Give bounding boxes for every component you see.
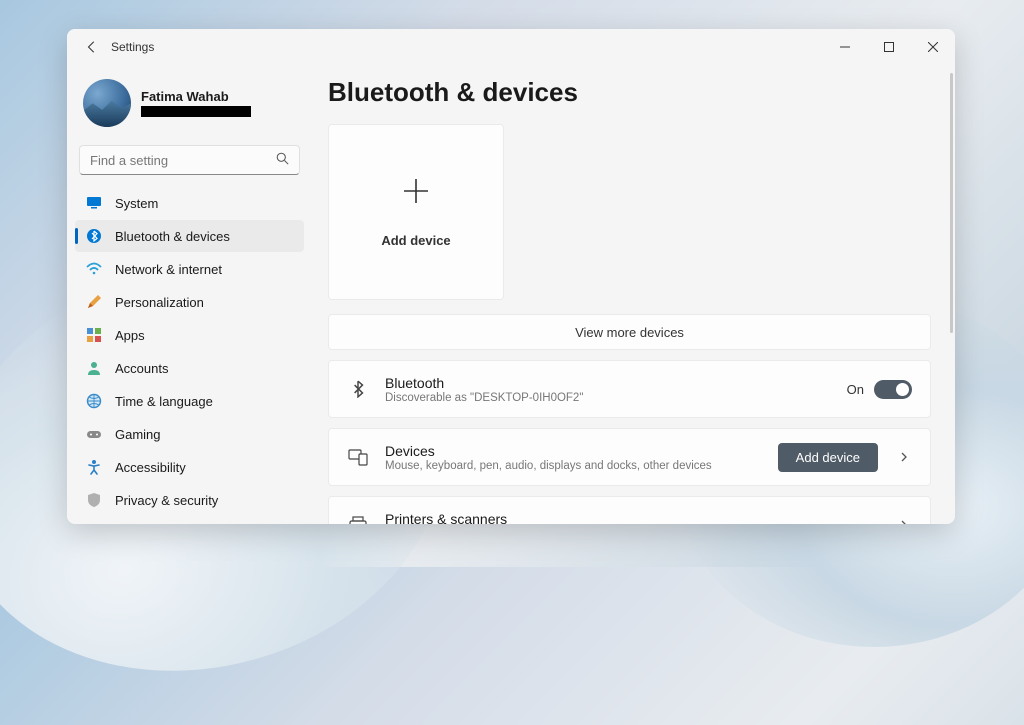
settings-window: Settings Fatima Wahab [67,29,955,524]
chevron-right-icon[interactable] [896,517,912,524]
sidebar-item-label: Time & language [115,394,213,409]
add-device-tile-label: Add device [381,233,450,248]
main-content: Bluetooth & devices Add device View more… [312,65,955,524]
devices-icon [347,446,369,468]
devices-subtitle: Mouse, keyboard, pen, audio, displays an… [385,460,778,472]
maximize-button[interactable] [867,29,911,65]
add-device-button[interactable]: Add device [778,443,878,472]
system-icon [85,194,103,212]
sidebar-item-label: Gaming [115,427,161,442]
search-box[interactable] [79,145,300,175]
bluetooth-subtitle: Discoverable as "DESKTOP-0IH0OF2" [385,392,847,404]
minimize-button[interactable] [823,29,867,65]
sidebar-item-network[interactable]: Network & internet [75,253,304,285]
printers-title: Printers & scanners [385,511,896,525]
shield-icon [85,491,103,509]
sidebar-item-time-language[interactable]: Time & language [75,385,304,417]
view-more-label: View more devices [575,325,684,340]
bluetooth-title: Bluetooth [385,375,847,391]
sidebar: Fatima Wahab System [67,65,312,524]
gamepad-icon [85,425,103,443]
window-controls [823,29,955,65]
sidebar-item-accounts[interactable]: Accounts [75,352,304,384]
wifi-icon [85,260,103,278]
titlebar: Settings [67,29,955,65]
sidebar-item-system[interactable]: System [75,187,304,219]
sidebar-item-privacy-security[interactable]: Privacy & security [75,484,304,516]
page-title: Bluetooth & devices [328,77,955,108]
plus-icon [401,176,431,211]
profile-email-redacted [141,106,251,117]
sidebar-item-label: Apps [115,328,145,343]
globe-clock-icon [85,392,103,410]
profile-block[interactable]: Fatima Wahab [75,73,304,139]
sidebar-item-personalization[interactable]: Personalization [75,286,304,318]
sidebar-item-bluetooth-devices[interactable]: Bluetooth & devices [75,220,304,252]
sidebar-item-label: Network & internet [115,262,222,277]
accounts-icon [85,359,103,377]
apps-icon [85,326,103,344]
chevron-right-icon[interactable] [896,449,912,465]
printer-icon [347,514,369,524]
sidebar-item-accessibility[interactable]: Accessibility [75,451,304,483]
view-more-devices-button[interactable]: View more devices [328,314,931,350]
search-icon [276,152,289,168]
bluetooth-icon [85,227,103,245]
sidebar-item-gaming[interactable]: Gaming [75,418,304,450]
sidebar-item-label: Privacy & security [115,493,218,508]
devices-row[interactable]: Devices Mouse, keyboard, pen, audio, dis… [328,428,931,486]
bluetooth-row: Bluetooth Discoverable as "DESKTOP-0IH0O… [328,360,931,418]
sidebar-item-label: System [115,196,158,211]
sidebar-item-label: Accessibility [115,460,186,475]
scrollbar[interactable] [950,73,953,333]
bluetooth-icon [347,378,369,400]
accessibility-icon [85,458,103,476]
sidebar-item-label: Bluetooth & devices [115,229,230,244]
nav: System Bluetooth & devices Network & int… [75,187,304,516]
profile-name: Fatima Wahab [141,89,251,104]
search-input[interactable] [90,153,276,168]
add-device-tile[interactable]: Add device [328,124,504,300]
bluetooth-toggle[interactable] [874,380,912,399]
close-button[interactable] [911,29,955,65]
window-title: Settings [111,40,154,54]
sidebar-item-label: Accounts [115,361,168,376]
bluetooth-toggle-label: On [847,382,864,397]
sidebar-item-label: Personalization [115,295,204,310]
printers-scanners-row[interactable]: Printers & scanners Preferences, trouble… [328,496,931,524]
back-button[interactable] [77,32,107,62]
paintbrush-icon [85,293,103,311]
devices-title: Devices [385,443,778,459]
avatar [83,79,131,127]
sidebar-item-apps[interactable]: Apps [75,319,304,351]
